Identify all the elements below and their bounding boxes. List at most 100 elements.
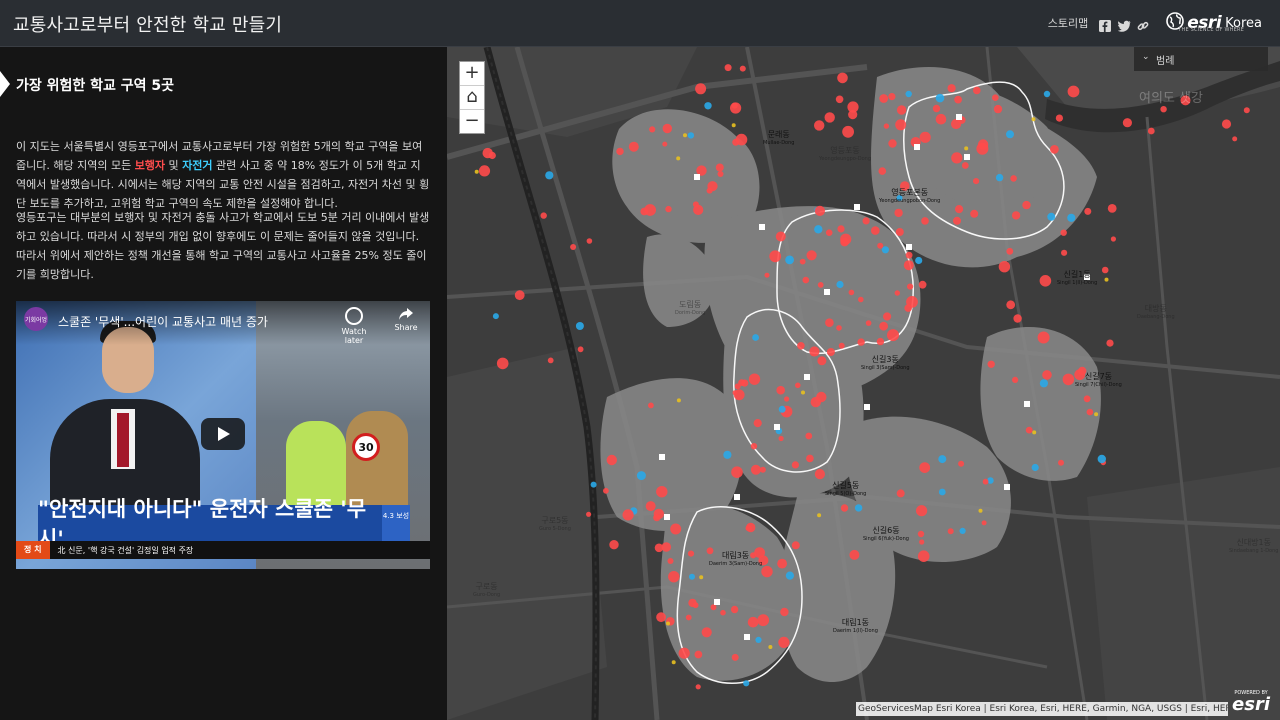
bicycle-accident-point[interactable] [1067,213,1076,222]
pedestrian-accident-point[interactable] [871,226,880,235]
link-icon[interactable] [1137,17,1149,31]
other-accident-point[interactable] [964,146,969,151]
pedestrian-accident-point[interactable] [953,216,961,225]
pedestrian-accident-point[interactable] [1006,300,1016,310]
pedestrian-accident-point[interactable] [982,478,989,485]
pedestrian-accident-point[interactable] [802,276,810,284]
pedestrian-accident-point[interactable] [695,83,707,95]
pedestrian-accident-point[interactable] [780,607,789,617]
pedestrian-accident-point[interactable] [817,282,824,288]
school-marker[interactable] [744,634,750,640]
school-marker[interactable] [1004,484,1010,490]
pedestrian-accident-point[interactable] [836,325,842,331]
pedestrian-accident-point[interactable] [1084,207,1092,215]
pedestrian-accident-point[interactable] [842,125,854,138]
other-accident-point[interactable] [978,508,983,513]
bicycle-accident-point[interactable] [1043,90,1051,98]
pedestrian-accident-point[interactable] [1062,373,1075,386]
pedestrian-accident-point[interactable] [840,504,849,512]
pedestrian-accident-point[interactable] [1101,266,1109,274]
pedestrian-accident-point[interactable] [482,147,493,159]
pedestrian-accident-point[interactable] [715,163,724,172]
pedestrian-accident-point[interactable] [764,272,770,278]
twitter-icon[interactable] [1117,17,1131,32]
pedestrian-accident-point[interactable] [757,614,770,627]
pedestrian-accident-point[interactable] [824,112,835,123]
bicycle-accident-point[interactable] [752,334,759,341]
other-accident-point[interactable] [1031,117,1036,122]
pedestrian-accident-point[interactable] [1160,106,1167,113]
pedestrian-accident-point[interactable] [954,95,962,104]
pedestrian-accident-point[interactable] [662,123,672,134]
bicycle-accident-point[interactable] [1006,130,1014,139]
pedestrian-accident-point[interactable] [547,357,554,364]
pedestrian-accident-point[interactable] [687,550,695,557]
pedestrian-accident-point[interactable] [917,550,930,562]
pedestrian-accident-point[interactable] [731,653,739,661]
pedestrian-accident-point[interactable] [1025,426,1033,434]
bicycle-accident-point[interactable] [1039,379,1048,388]
bicycle-accident-point[interactable] [590,481,597,488]
pedestrian-accident-point[interactable] [895,228,904,236]
school-marker[interactable] [759,224,765,230]
pedestrian-accident-point[interactable] [478,165,491,177]
pedestrian-accident-point[interactable] [862,217,870,225]
bicycle-accident-point[interactable] [881,246,889,254]
pedestrian-accident-point[interactable] [888,139,897,148]
map-view[interactable]: + ⌂ − ⌄ 범례 문래동 Mullae-Dong 영등포본동 Yeongdeun… [447,47,1280,720]
pedestrian-accident-point[interactable] [1022,200,1031,210]
pedestrian-accident-point[interactable] [735,133,748,146]
pedestrian-accident-point[interactable] [857,338,865,346]
pedestrian-accident-point[interactable] [1060,229,1067,236]
pedestrian-accident-point[interactable] [622,509,634,521]
other-accident-point[interactable] [768,645,773,649]
pedestrian-accident-point[interactable] [656,612,666,623]
pedestrian-accident-point[interactable] [746,522,756,533]
pedestrian-accident-point[interactable] [921,217,929,225]
bicycle-accident-point[interactable] [1097,454,1106,464]
pedestrian-accident-point[interactable] [896,105,907,115]
play-button-icon[interactable] [201,418,245,450]
pedestrian-accident-point[interactable] [1067,85,1080,98]
school-marker[interactable] [914,144,920,150]
pedestrian-accident-point[interactable] [837,225,845,233]
pedestrian-accident-point[interactable] [958,460,965,467]
pedestrian-accident-point[interactable] [894,290,900,296]
pedestrian-accident-point[interactable] [916,505,928,517]
pedestrian-accident-point[interactable] [848,110,858,120]
pedestrian-accident-point[interactable] [645,501,656,512]
pedestrian-accident-point[interactable] [879,321,888,331]
pedestrian-accident-point[interactable] [835,95,844,104]
pedestrian-accident-point[interactable] [905,251,913,259]
bicycle-accident-point[interactable] [785,255,794,265]
school-marker[interactable] [956,114,962,120]
pedestrian-accident-point[interactable] [717,171,724,177]
pedestrian-accident-point[interactable] [777,558,787,569]
other-accident-point[interactable] [676,398,681,403]
pedestrian-accident-point[interactable] [776,385,785,395]
pedestrian-accident-point[interactable] [648,402,654,409]
pedestrian-accident-point[interactable] [656,486,668,498]
pedestrian-accident-point[interactable] [694,650,703,659]
school-marker[interactable] [659,454,665,460]
other-accident-point[interactable] [683,133,687,138]
pedestrian-accident-point[interactable] [998,261,1011,273]
other-accident-point[interactable] [666,621,670,626]
pedestrian-accident-point[interactable] [724,64,732,72]
pedestrian-accident-point[interactable] [750,464,761,475]
bicycle-accident-point[interactable] [492,313,499,320]
pedestrian-accident-point[interactable] [1012,376,1019,383]
pedestrian-accident-point[interactable] [973,178,980,185]
pedestrian-accident-point[interactable] [816,391,827,403]
pedestrian-accident-point[interactable] [877,242,884,249]
pedestrian-accident-point[interactable] [992,94,999,101]
pedestrian-accident-point[interactable] [577,346,584,353]
other-accident-point[interactable] [676,156,681,161]
pedestrian-accident-point[interactable] [692,602,699,609]
pedestrian-accident-point[interactable] [814,120,825,131]
school-marker[interactable] [664,514,670,520]
pedestrian-accident-point[interactable] [904,304,912,312]
pedestrian-accident-point[interactable] [1061,249,1068,256]
pedestrian-accident-point[interactable] [1050,145,1059,154]
pedestrian-accident-point[interactable] [825,229,833,236]
